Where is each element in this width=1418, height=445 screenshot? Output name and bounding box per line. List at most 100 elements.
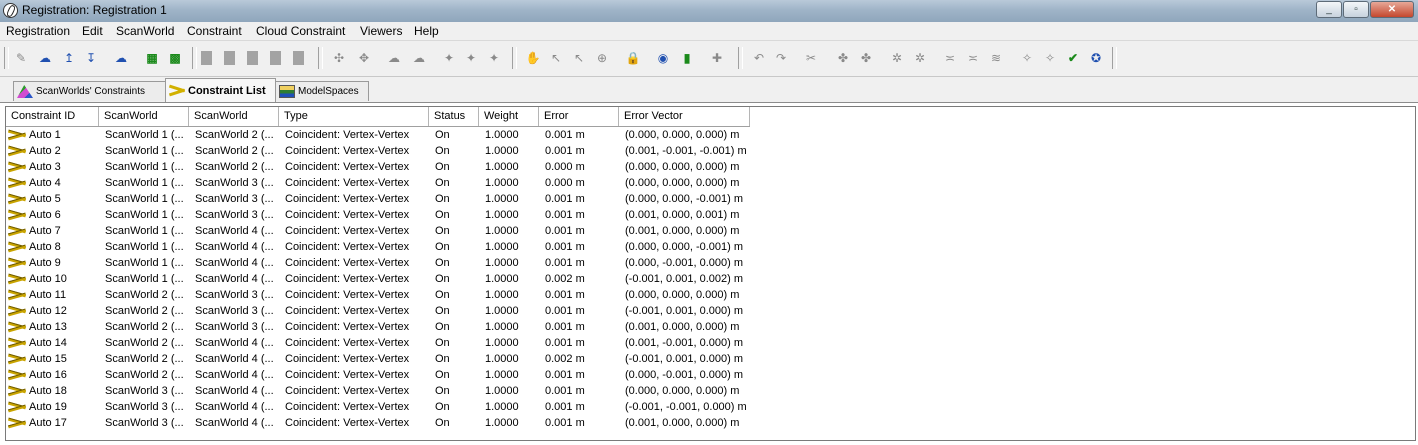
table-row[interactable]: Auto 3 ScanWorld 1 (... ScanWorld 2 (... Co… <box>6 159 1406 175</box>
cell-scanworld-a: ScanWorld 1 (... <box>105 177 184 189</box>
column-header-error-vector[interactable]: Error Vector <box>619 107 750 126</box>
cloud-icon[interactable]: ☁ <box>385 49 403 67</box>
table-row[interactable]: Auto 1 ScanWorld 1 (... ScanWorld 2 (... Co… <box>6 127 1406 143</box>
scan-refresh-icon[interactable]: ☁ <box>112 49 130 67</box>
column-header-scanworld-a[interactable]: ScanWorld <box>99 107 189 126</box>
join-b-icon[interactable]: ✤ <box>857 49 875 67</box>
redo-icon[interactable]: ↷ <box>772 49 790 67</box>
cell-scanworld-a: ScanWorld 1 (... <box>105 193 184 205</box>
table-row[interactable]: Auto 8 ScanWorld 1 (... ScanWorld 4 (... Co… <box>6 239 1406 255</box>
table-row[interactable]: Auto 18 ScanWorld 3 (... ScanWorld 4 (... C… <box>6 383 1406 399</box>
tab-constraint-list[interactable]: Constraint List <box>165 78 276 102</box>
column-header-scanworld-b[interactable]: ScanWorld <box>189 107 279 126</box>
menu-scanworld[interactable]: ScanWorld <box>116 24 174 38</box>
table-row[interactable]: Auto 4 ScanWorld 1 (... ScanWorld 3 (... Co… <box>6 175 1406 191</box>
table-row[interactable]: Auto 11 ScanWorld 2 (... ScanWorld 3 (... C… <box>6 287 1406 303</box>
grid-dots-icon[interactable]: ▩ <box>166 49 184 67</box>
scan-up-icon[interactable]: ↥ <box>60 49 78 67</box>
wand-d-icon[interactable]: ✪ <box>1087 49 1105 67</box>
cell-constraint-id: Auto 7 <box>29 225 61 237</box>
globe-icon[interactable]: ◉ <box>654 49 672 67</box>
select-icon[interactable]: ↖ <box>547 49 565 67</box>
table-row[interactable]: Auto 10 ScanWorld 1 (... ScanWorld 4 (... C… <box>6 271 1406 287</box>
cell-type: Coincident: Vertex-Vertex <box>285 145 410 157</box>
cell-weight: 1.0000 <box>485 321 519 333</box>
plus-icon[interactable]: ✚ <box>708 49 726 67</box>
cell-type: Coincident: Vertex-Vertex <box>285 385 410 397</box>
table-row[interactable]: Auto 19 ScanWorld 3 (... ScanWorld 4 (... C… <box>6 399 1406 415</box>
column-header-type[interactable]: Type <box>279 107 429 126</box>
minimize-button[interactable]: _ <box>1316 1 1342 18</box>
toolbar-grip-5[interactable] <box>738 47 743 69</box>
scan-down-icon[interactable]: ↧ <box>82 49 100 67</box>
cut-icon[interactable]: ✂ <box>802 49 820 67</box>
tab-modelspaces[interactable]: ModelSpaces <box>275 81 369 101</box>
menu-viewers[interactable]: Viewers <box>360 24 402 38</box>
column-header-status[interactable]: Status <box>429 107 479 126</box>
table-row[interactable]: Auto 9 ScanWorld 1 (... ScanWorld 4 (... Co… <box>6 255 1406 271</box>
toolbar-grip-4[interactable] <box>512 47 517 69</box>
cell-weight: 1.0000 <box>485 209 519 221</box>
camera-icon[interactable]: ▮ <box>678 49 696 67</box>
add-constraint-icon[interactable]: ✣ <box>330 49 348 67</box>
table-row[interactable]: Auto 7 ScanWorld 1 (... ScanWorld 4 (... Co… <box>6 223 1406 239</box>
constraint-c-icon[interactable]: ✦ <box>485 49 503 67</box>
grid-select-icon[interactable]: ▦ <box>143 49 161 67</box>
column-header-weight[interactable]: Weight <box>479 107 539 126</box>
pan-icon[interactable]: ✋ <box>524 49 542 67</box>
table-row[interactable]: Auto 2 ScanWorld 1 (... ScanWorld 2 (... Co… <box>6 143 1406 159</box>
table-row[interactable]: Auto 16 ScanWorld 2 (... ScanWorld 4 (... C… <box>6 367 1406 383</box>
toolbar-grip-3[interactable] <box>318 47 323 69</box>
cell-error: 0.000 m <box>545 177 585 189</box>
import-scan-icon[interactable]: ✎ <box>12 49 30 67</box>
column-header-error[interactable]: Error <box>539 107 619 126</box>
line-a-icon[interactable]: ≍ <box>941 49 959 67</box>
table-row[interactable]: Auto 5 ScanWorld 1 (... ScanWorld 3 (... Co… <box>6 191 1406 207</box>
menu-help[interactable]: Help <box>414 24 439 38</box>
constraint-b-icon[interactable]: ✦ <box>462 49 480 67</box>
wand-b-icon[interactable]: ✧ <box>1041 49 1059 67</box>
table-row[interactable]: Auto 17 ScanWorld 3 (... ScanWorld 4 (... C… <box>6 415 1406 431</box>
join-a-icon[interactable]: ✤ <box>834 49 852 67</box>
close-button[interactable]: ✕ <box>1370 1 1414 18</box>
placeholder-4-icon[interactable] <box>270 51 281 65</box>
maximize-button[interactable]: ▫ <box>1343 1 1369 18</box>
menu-edit[interactable]: Edit <box>82 24 103 38</box>
table-row[interactable]: Auto 6 ScanWorld 1 (... ScanWorld 3 (... Co… <box>6 207 1406 223</box>
remove-constraint-icon[interactable]: ✥ <box>355 49 373 67</box>
cell-error-vector: (0.000, 0.000, 0.000) m <box>625 177 740 189</box>
wand-a-icon[interactable]: ✧ <box>1018 49 1036 67</box>
placeholder-2-icon[interactable] <box>224 51 235 65</box>
lock-icon[interactable]: 🔒 <box>624 49 642 67</box>
select-add-icon[interactable]: ↖ <box>570 49 588 67</box>
placeholder-3-icon[interactable] <box>247 51 258 65</box>
line-c-icon[interactable]: ≋ <box>987 49 1005 67</box>
column-header-constraint-id[interactable]: Constraint ID <box>6 107 99 126</box>
cloud-info-icon[interactable]: ☁ <box>410 49 428 67</box>
toolbar-grip-2[interactable] <box>192 47 197 69</box>
cell-weight: 1.0000 <box>485 177 519 189</box>
line-b-icon[interactable]: ≍ <box>964 49 982 67</box>
table-row[interactable]: Auto 13 ScanWorld 2 (... ScanWorld 3 (... C… <box>6 319 1406 335</box>
table-row[interactable]: Auto 15 ScanWorld 2 (... ScanWorld 4 (... C… <box>6 351 1406 367</box>
menu-cloud-constraint[interactable]: Cloud Constraint <box>256 24 345 38</box>
cell-error: 0.001 m <box>545 337 585 349</box>
constraint-a-icon[interactable]: ✦ <box>440 49 458 67</box>
wand-c-icon[interactable]: ✔ <box>1064 49 1082 67</box>
auto-b-icon[interactable]: ✲ <box>911 49 929 67</box>
menu-constraint[interactable]: Constraint <box>187 24 242 38</box>
undo-icon[interactable]: ↶ <box>750 49 768 67</box>
placeholder-1-icon[interactable] <box>201 51 212 65</box>
cell-status: On <box>435 161 450 173</box>
table-row[interactable]: Auto 12 ScanWorld 2 (... ScanWorld 3 (... C… <box>6 303 1406 319</box>
toolbar-grip-6[interactable] <box>1112 47 1117 69</box>
auto-a-icon[interactable]: ✲ <box>888 49 906 67</box>
target-icon[interactable]: ⊕ <box>593 49 611 67</box>
placeholder-5-icon[interactable] <box>293 51 304 65</box>
table-row[interactable]: Auto 14 ScanWorld 2 (... ScanWorld 4 (... C… <box>6 335 1406 351</box>
menu-registration[interactable]: Registration <box>6 24 70 38</box>
tab-scanworlds-constraints[interactable]: ScanWorlds' Constraints <box>13 81 166 101</box>
scan-cloud-icon[interactable]: ☁ <box>36 49 54 67</box>
cell-constraint-id: Auto 15 <box>29 353 67 365</box>
toolbar-grip[interactable] <box>4 47 9 69</box>
